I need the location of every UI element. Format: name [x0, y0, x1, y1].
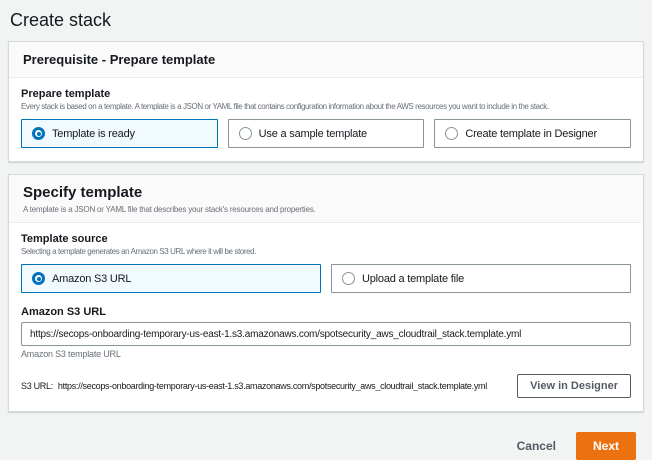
- option-label: Amazon S3 URL: [52, 273, 131, 285]
- prerequisite-panel-body: Prepare template Every stack is based on…: [9, 78, 643, 161]
- specify-template-header: Specify template A template is a JSON or…: [9, 175, 643, 223]
- s3-url-summary: S3 URL: https://secops-onboarding-tempora…: [21, 381, 509, 391]
- specify-template-description: A template is a JSON or YAML file that d…: [23, 205, 629, 214]
- option-label: Create template in Designer: [465, 128, 597, 140]
- next-button[interactable]: Next: [576, 432, 636, 460]
- prepare-template-options: Template is ready Use a sample template …: [21, 119, 631, 148]
- prepare-template-label: Prepare template: [21, 88, 631, 100]
- s3-url-summary-label: S3 URL:: [21, 381, 53, 391]
- option-use-sample-template[interactable]: Use a sample template: [228, 119, 425, 148]
- amazon-s3-url-label: Amazon S3 URL: [21, 306, 631, 318]
- template-source-label: Template source: [21, 233, 631, 245]
- prerequisite-panel: Prerequisite - Prepare template Prepare …: [8, 41, 644, 162]
- option-amazon-s3-url[interactable]: Amazon S3 URL: [21, 264, 321, 293]
- cancel-button[interactable]: Cancel: [513, 433, 560, 459]
- s3-url-summary-value: https://secops-onboarding-temporary-us-e…: [58, 381, 487, 391]
- option-label: Template is ready: [52, 128, 135, 140]
- radio-icon: [342, 272, 355, 285]
- prerequisite-panel-title: Prerequisite - Prepare template: [23, 52, 629, 67]
- prerequisite-panel-header: Prerequisite - Prepare template: [9, 42, 643, 78]
- option-label: Use a sample template: [259, 128, 367, 140]
- radio-icon: [32, 272, 45, 285]
- radio-icon: [239, 127, 252, 140]
- prepare-template-description: Every stack is based on a template. A te…: [21, 102, 631, 111]
- s3-url-summary-row: S3 URL: https://secops-onboarding-tempora…: [21, 374, 631, 398]
- page-title: Create stack: [8, 8, 644, 41]
- specify-template-title: Specify template: [23, 184, 629, 201]
- template-source-description: Selecting a template generates an Amazon…: [21, 247, 631, 256]
- option-template-is-ready[interactable]: Template is ready: [21, 119, 218, 148]
- amazon-s3-url-input[interactable]: [21, 322, 631, 346]
- radio-icon: [32, 127, 45, 140]
- option-label: Upload a template file: [362, 273, 464, 285]
- amazon-s3-url-helper: Amazon S3 template URL: [21, 349, 631, 359]
- option-create-template-in-designer[interactable]: Create template in Designer: [434, 119, 631, 148]
- footer-actions: Cancel Next: [8, 424, 644, 460]
- radio-icon: [445, 127, 458, 140]
- template-source-options: Amazon S3 URL Upload a template file: [21, 264, 631, 293]
- option-upload-template-file[interactable]: Upload a template file: [331, 264, 631, 293]
- view-in-designer-button[interactable]: View in Designer: [517, 374, 631, 398]
- specify-template-panel: Specify template A template is a JSON or…: [8, 174, 644, 412]
- specify-template-body: Template source Selecting a template gen…: [9, 223, 643, 411]
- create-stack-page: Create stack Prerequisite - Prepare temp…: [0, 0, 652, 460]
